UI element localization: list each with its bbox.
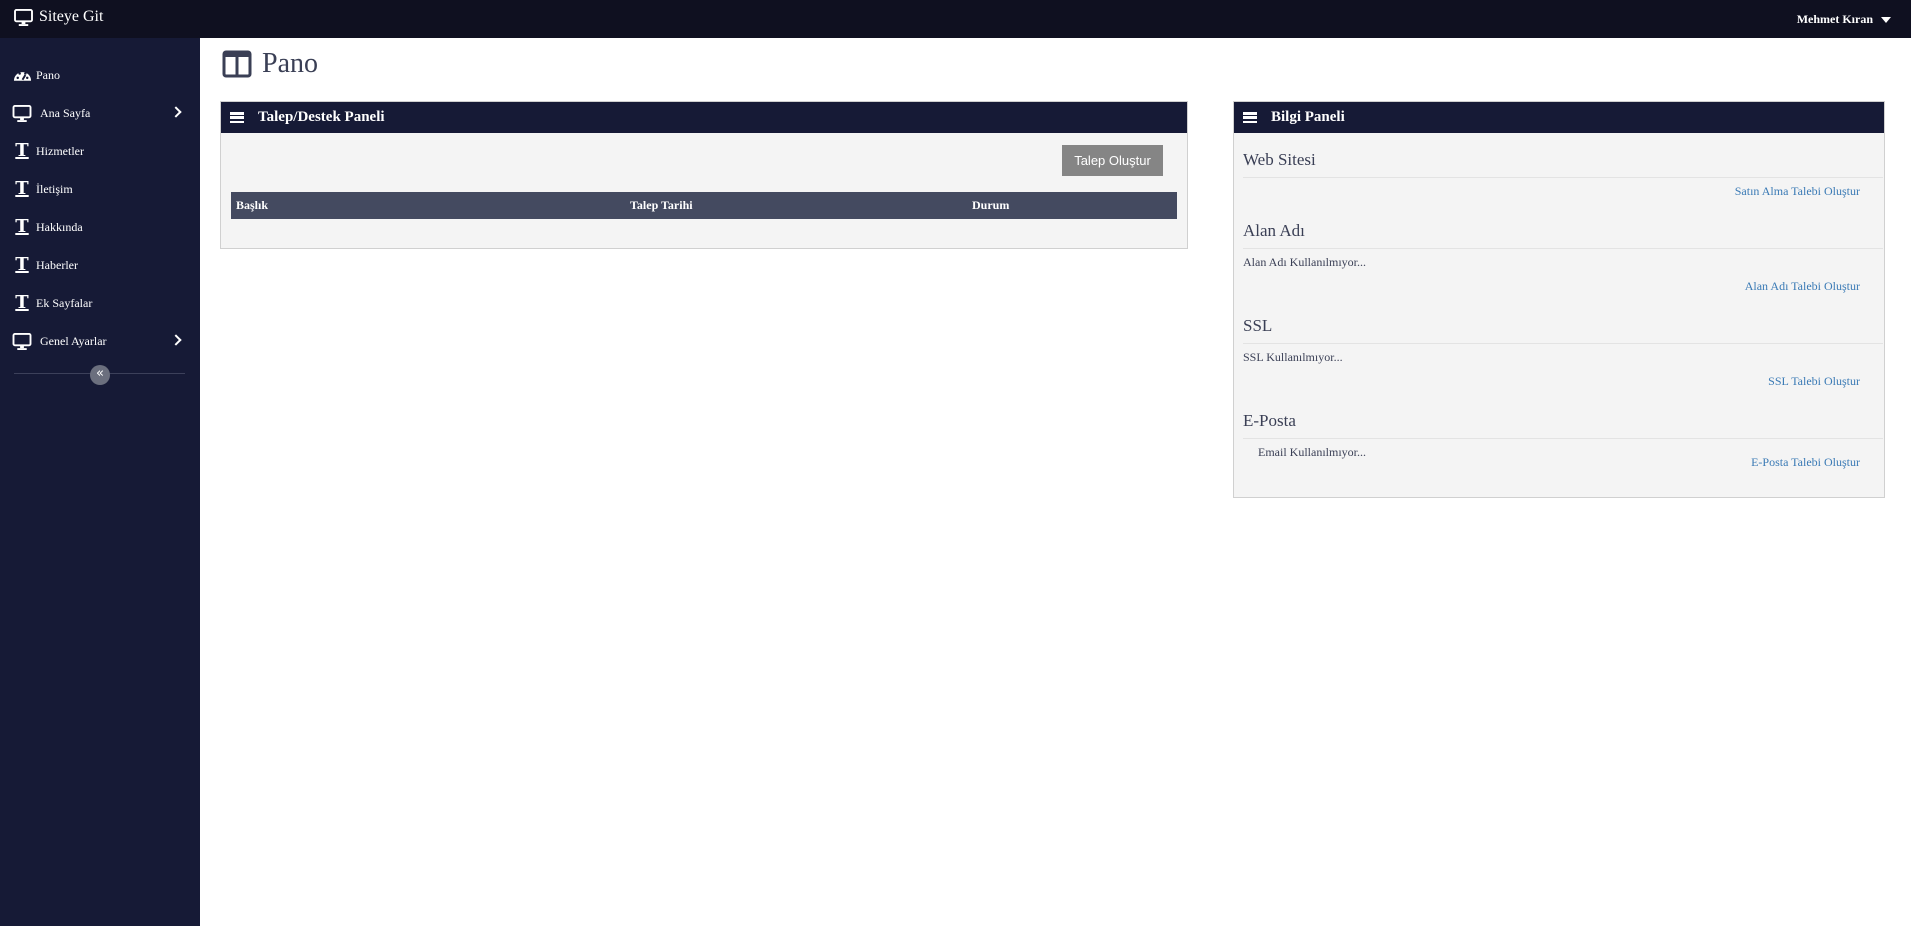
- section-divider: [1243, 343, 1883, 344]
- section-divider: [1243, 248, 1883, 249]
- domain-request-link[interactable]: Alan Adı Talebi Oluştur: [1745, 279, 1860, 294]
- column-header-title[interactable]: Başlık: [236, 198, 268, 213]
- user-menu[interactable]: Mehmet Kıran: [1797, 12, 1891, 27]
- sidebar-item-ana-sayfa[interactable]: Ana Sayfa: [0, 98, 200, 128]
- ssl-request-link[interactable]: SSL Talebi Oluştur: [1768, 374, 1860, 389]
- sidebar-item-label: İletişim: [36, 182, 73, 196]
- ssl-status-text: SSL Kullanılmıyor...: [1243, 350, 1343, 364]
- info-panel-header: Bilgi Paneli: [1234, 102, 1884, 133]
- page-title-text: Pano: [262, 48, 318, 79]
- double-chevron-left-icon: «: [96, 366, 104, 381]
- dashboard-icon: [12, 66, 32, 84]
- page-title: Pano: [222, 48, 318, 80]
- monitor-icon: [12, 332, 32, 350]
- sidebar-item-label: Genel Ayarlar: [40, 334, 107, 348]
- column-header-date[interactable]: Talep Tarihi: [630, 198, 693, 213]
- column-header-status[interactable]: Durum: [972, 198, 1009, 213]
- sidebar-item-hizmetler[interactable]: T Hizmetler: [0, 136, 200, 166]
- sidebar-item-iletisim[interactable]: T İletişim: [0, 174, 200, 204]
- info-panel: Bilgi Paneli Web Sitesi Satın Alma Taleb…: [1233, 101, 1885, 498]
- sidebar-item-label: Hizmetler: [36, 144, 84, 158]
- chevron-right-icon: [170, 334, 182, 346]
- user-name: Mehmet Kıran: [1796, 12, 1873, 26]
- sidebar-item-label: Pano: [36, 68, 60, 82]
- bars-icon: [1243, 112, 1257, 123]
- ticket-panel-header: Talep/Destek Paneli: [221, 102, 1187, 133]
- ticket-table-header: Başlık Talep Tarihi Durum: [231, 192, 1177, 219]
- text-icon: T: [15, 216, 29, 237]
- monitor-icon: [12, 104, 32, 122]
- email-request-link[interactable]: E-Posta Talebi Oluştur: [1751, 455, 1860, 470]
- caret-down-icon: [1881, 16, 1891, 23]
- sidebar-item-label: Ek Sayfalar: [36, 296, 93, 310]
- section-title-email: E-Posta: [1243, 411, 1296, 430]
- section-title-ssl: SSL: [1243, 316, 1273, 335]
- monitor-icon: [14, 8, 33, 26]
- section-divider: [1243, 177, 1883, 178]
- ticket-panel-title: Talep/Destek Paneli: [258, 109, 385, 125]
- sidebar-item-label: Ana Sayfa: [40, 106, 91, 120]
- sidebar-item-pano[interactable]: Pano: [0, 60, 200, 90]
- top-bar: Siteye Git Mehmet Kıran: [0, 0, 1911, 38]
- create-ticket-button[interactable]: Talep Oluştur: [1062, 145, 1163, 176]
- sidebar: Pano Ana Sayfa T Hizmetler T İletişim T …: [0, 38, 200, 926]
- text-icon: T: [15, 178, 29, 199]
- domain-status-text: Alan Adı Kullanılmıyor...: [1243, 255, 1366, 269]
- section-divider: [1243, 438, 1883, 439]
- ticket-panel: Talep/Destek Paneli Talep Oluştur Başlık…: [220, 101, 1188, 249]
- sidebar-item-label: Hakkında: [36, 220, 83, 234]
- purchase-request-link[interactable]: Satın Alma Talebi Oluştur: [1735, 184, 1860, 199]
- info-panel-title: Bilgi Paneli: [1271, 109, 1345, 125]
- email-status-text: Email Kullanılmıyor...: [1258, 445, 1366, 459]
- section-title-domain: Alan Adı: [1243, 221, 1305, 240]
- columns-icon: [222, 50, 252, 78]
- section-title-website: Web Sitesi: [1243, 150, 1316, 169]
- text-icon: T: [15, 140, 29, 161]
- sidebar-item-hakkinda[interactable]: T Hakkında: [0, 212, 200, 242]
- text-icon: T: [15, 292, 29, 313]
- bars-icon: [230, 112, 244, 123]
- site-link-label: Siteye Git: [39, 8, 104, 25]
- sidebar-item-haberler[interactable]: T Haberler: [0, 250, 200, 280]
- chevron-right-icon: [170, 106, 182, 118]
- collapse-sidebar-button[interactable]: «: [90, 365, 110, 385]
- sidebar-item-genel-ayarlar[interactable]: Genel Ayarlar: [0, 326, 200, 356]
- site-link[interactable]: Siteye Git: [14, 8, 103, 26]
- sidebar-item-ek-sayfalar[interactable]: T Ek Sayfalar: [0, 288, 200, 318]
- text-icon: T: [15, 254, 29, 275]
- sidebar-item-label: Haberler: [36, 258, 78, 272]
